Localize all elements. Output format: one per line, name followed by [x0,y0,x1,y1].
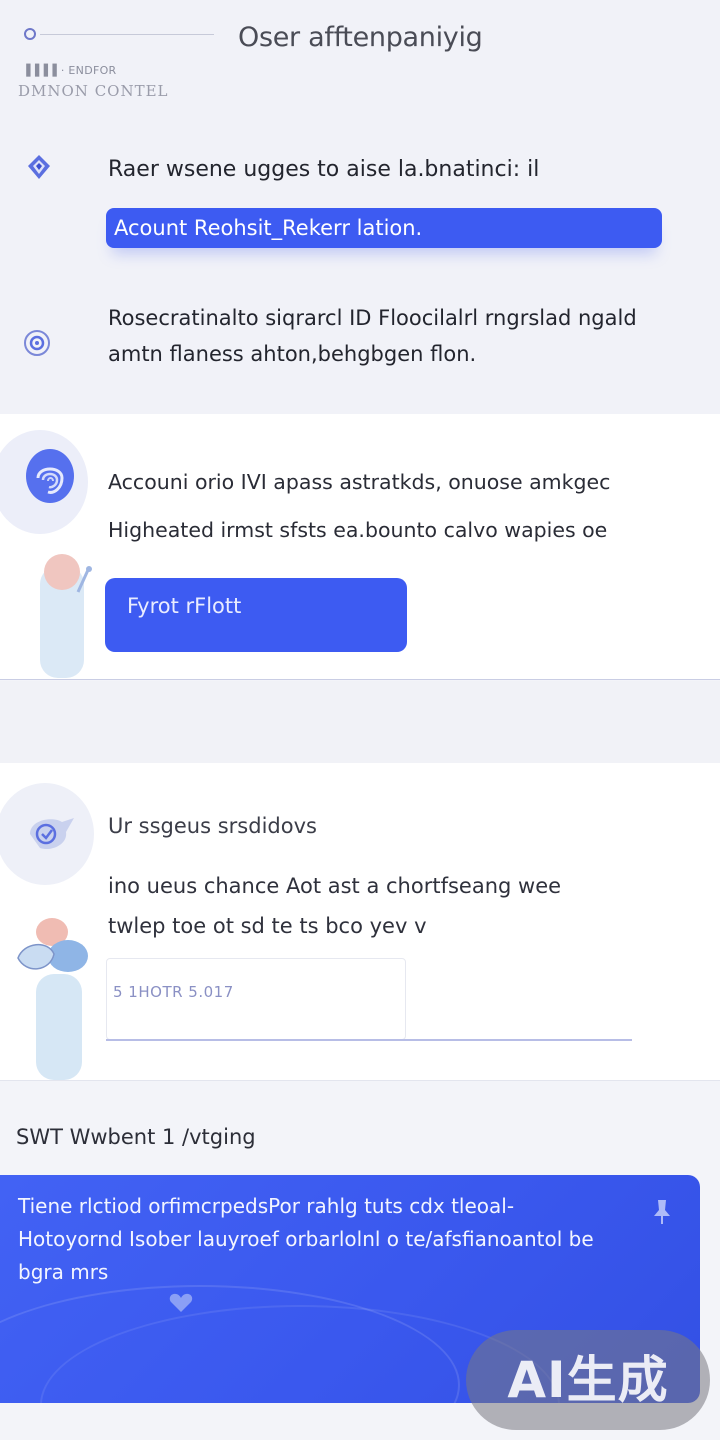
security-title: Ur ssgeus srsdidovs [108,814,317,838]
at-sign-icon [24,330,50,356]
logo-caption: DMNON CONTEL [18,82,169,100]
page-title: Oser afftenpaniyig [238,22,483,53]
security-description-line: ino ueus chance Aot ast a chortfseang we… [108,874,562,898]
field-underline [106,1039,632,1041]
heart-icon [169,1293,193,1312]
header-line: Raer wsene ugges to aise la.bnatinci: il [108,157,540,182]
person-illustration [40,554,92,678]
pin-icon[interactable] [652,1198,672,1226]
logo: ▐▐▐▐ · ENDFOR DMNON CONTEL [14,22,214,118]
security-description-line: twlep toe ot sd te ts bco yev v [108,914,427,938]
header-description: Rosecratinalto siqrarcl ID Floocilalrl r… [108,306,637,366]
shield-icon [28,155,50,179]
account-description-line: Accouni orio IVI apass astratkds, onuose… [108,470,611,494]
account-description-line: Higheated irmst sfsts ea.bounto calvo wa… [108,518,608,542]
lock-badge-icon [30,818,74,850]
logo-divider [40,34,214,35]
primary-action-button[interactable]: Fyrot rFlott [105,578,407,652]
info-card-text: Tiene rlctiod orfimcrpedsPor rahlg tuts … [18,1194,594,1284]
logo-dot-icon [24,28,36,40]
fingerprint-icon [26,449,74,503]
section-divider [0,681,720,763]
logo-subtext: ▐▐▐▐ · ENDFOR [22,64,117,77]
code-input-field[interactable]: 5 1HOTR 5.017 [106,958,406,1040]
ai-generated-watermark: AI生成 [466,1330,710,1430]
account-recovery-button[interactable]: Acount Reohsit_Rekerr lation. [106,208,662,248]
bottom-heading: SWT Wwbent 1 /vtging [16,1125,256,1149]
person-illustration [17,918,88,1080]
